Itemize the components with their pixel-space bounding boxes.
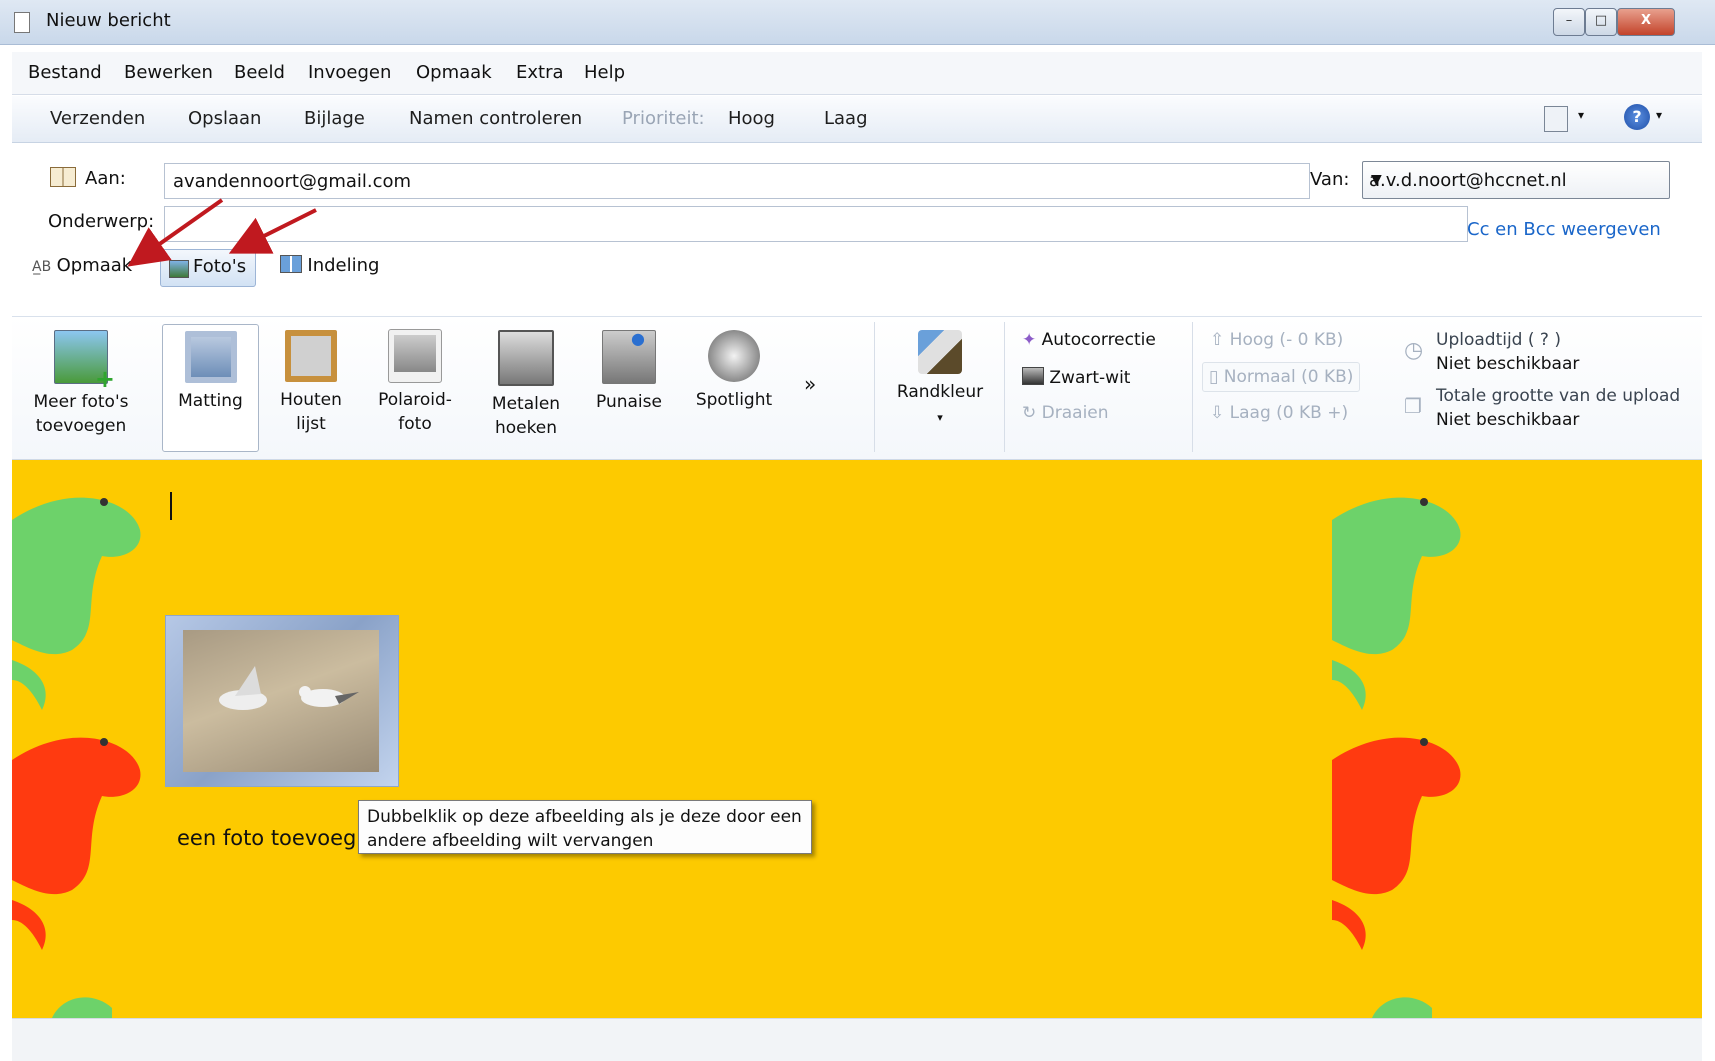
documents-icon: ❐ — [1404, 394, 1422, 418]
border-color-button[interactable]: Randkleur ▾ — [888, 330, 992, 430]
inserted-photo[interactable] — [165, 615, 399, 787]
upload-time-info: Uploadtijd ( ? ) Niet beschikbaar — [1436, 328, 1579, 376]
wooden-frame-icon — [285, 330, 337, 382]
ribbon-separator — [1004, 322, 1005, 452]
size-normal-button[interactable]: ▯ Normaal (0 KB) — [1202, 362, 1361, 392]
spotlight-icon — [708, 330, 760, 382]
more-styles-button[interactable]: » — [804, 372, 816, 396]
style-pushpin-button[interactable]: ● Punaise — [584, 329, 674, 414]
magic-wand-icon: ✦ — [1022, 330, 1037, 350]
matting-icon — [184, 331, 237, 383]
page-icon: ▯ — [1209, 367, 1219, 387]
style-spotlight-button[interactable]: Spotlight — [686, 330, 782, 412]
autocorrect-button[interactable]: ✦ Autocorrectie — [1022, 330, 1156, 350]
style-wooden-frame-button[interactable]: Houten lijst — [266, 330, 356, 436]
paintbrush-icon — [918, 330, 962, 374]
rotate-button[interactable]: ↻ Draaien — [1022, 403, 1109, 423]
black-white-button[interactable]: Zwart-wit — [1022, 367, 1130, 388]
text-cursor — [170, 492, 172, 520]
pushpin-icon: ● — [602, 329, 656, 384]
dinosaur-stationery-right — [1332, 497, 1461, 1018]
page-down-icon: ⇩ — [1210, 403, 1225, 423]
polaroid-icon — [388, 329, 442, 383]
style-metal-corners-button[interactable]: Metalen hoeken — [476, 330, 576, 440]
add-photo-icon: + — [54, 330, 115, 391]
ribbon-separator — [874, 322, 875, 452]
total-size-value: Niet beschikbaar — [1436, 410, 1580, 430]
clock-icon: ◷ — [1404, 338, 1424, 363]
size-high-button[interactable]: ⇧ Hoog (- 0 KB) — [1210, 330, 1343, 350]
dinosaur-stationery-left — [12, 497, 141, 1018]
status-bar — [12, 1018, 1702, 1061]
metal-corners-icon — [498, 330, 554, 386]
upload-time-label: Uploadtijd ( ? ) — [1436, 330, 1561, 350]
total-size-label: Totale grootte van de upload — [1436, 386, 1681, 406]
upload-time-value: Niet beschikbaar — [1436, 354, 1580, 374]
add-photos-button[interactable]: + Meer foto's toevoegen — [26, 330, 136, 438]
seagulls-photo — [183, 630, 379, 772]
chevron-down-icon: ▾ — [937, 411, 943, 424]
body-caption: een foto toevoeg — [177, 826, 357, 850]
seagulls-drawing — [219, 666, 359, 710]
page-up-icon: ⇧ — [1210, 330, 1225, 350]
total-size-info: Totale grootte van de upload Niet beschi… — [1436, 384, 1680, 432]
tooltip: Dubbelklik op deze afbeelding als je dez… — [358, 800, 812, 854]
ribbon-separator — [1192, 322, 1193, 452]
black-white-icon — [1022, 367, 1044, 385]
rotate-icon: ↻ — [1022, 403, 1037, 423]
size-low-button[interactable]: ⇩ Laag (0 KB +) — [1210, 403, 1348, 423]
style-polaroid-button[interactable]: Polaroid-foto — [370, 329, 460, 436]
style-matting-button[interactable]: Matting — [162, 324, 259, 452]
